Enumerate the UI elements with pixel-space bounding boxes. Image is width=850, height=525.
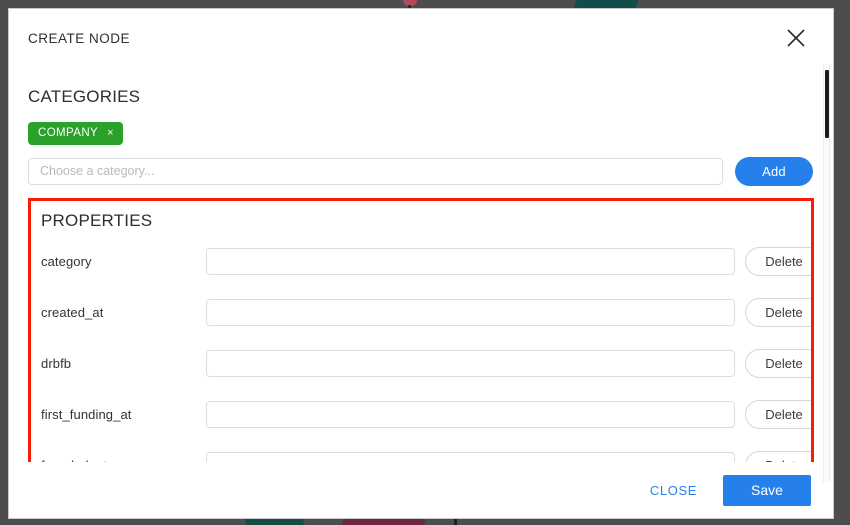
property-row: founded_at Delete [41,440,811,462]
property-value-input[interactable] [206,298,735,326]
add-category-button[interactable]: Add [735,156,813,186]
property-value-input[interactable] [206,451,735,462]
property-value-input[interactable] [206,247,735,275]
property-label: category [41,253,92,269]
category-search-input[interactable] [28,157,723,185]
modal-body: CATEGORIES COMPANY × Add PROPERTIES cate… [9,67,833,462]
delete-property-button[interactable]: Delete [745,297,811,327]
property-row: first_funding_at Delete [41,389,811,440]
modal-scrollbar[interactable] [823,64,830,482]
modal-header: CREATE NODE [9,9,833,67]
property-row: category Delete [41,236,811,287]
modal-title: CREATE NODE [28,30,131,46]
property-label: created_at [41,304,104,320]
modal-scrollbar-thumb[interactable] [825,70,829,138]
properties-section: PROPERTIES category Delete created_at De… [28,197,814,462]
remove-category-icon[interactable]: × [107,127,114,139]
delete-property-button[interactable]: Delete [745,450,811,462]
property-row: drbfb Delete [41,338,811,389]
create-node-modal: CREATE NODE CATEGORIES COMPANY × Add PR [8,8,834,519]
close-modal-button[interactable] [781,23,811,53]
property-value-input[interactable] [206,349,735,377]
delete-property-button[interactable]: Delete [745,399,811,429]
category-chip-company[interactable]: COMPANY × [28,122,123,145]
categories-heading: CATEGORIES [28,87,141,106]
property-label: founded_at [41,458,206,462]
category-chip-label: COMPANY [38,127,99,139]
property-value-input[interactable] [206,400,735,428]
save-button[interactable]: Save [723,474,811,506]
property-label: drbfb [41,355,72,371]
category-chip-list: COMPANY × [28,122,814,145]
close-button[interactable]: CLOSE [642,477,705,504]
properties-heading: PROPERTIES [41,210,153,230]
modal-footer: CLOSE Save [9,462,833,518]
background-shape-teal-top [573,0,639,8]
property-row: created_at Delete [41,287,811,338]
close-icon [785,27,807,49]
category-picker-row: Add [28,156,814,186]
delete-property-button[interactable]: Delete [745,246,811,276]
delete-property-button[interactable]: Delete [745,348,811,378]
property-label: first_funding_at [41,406,132,422]
